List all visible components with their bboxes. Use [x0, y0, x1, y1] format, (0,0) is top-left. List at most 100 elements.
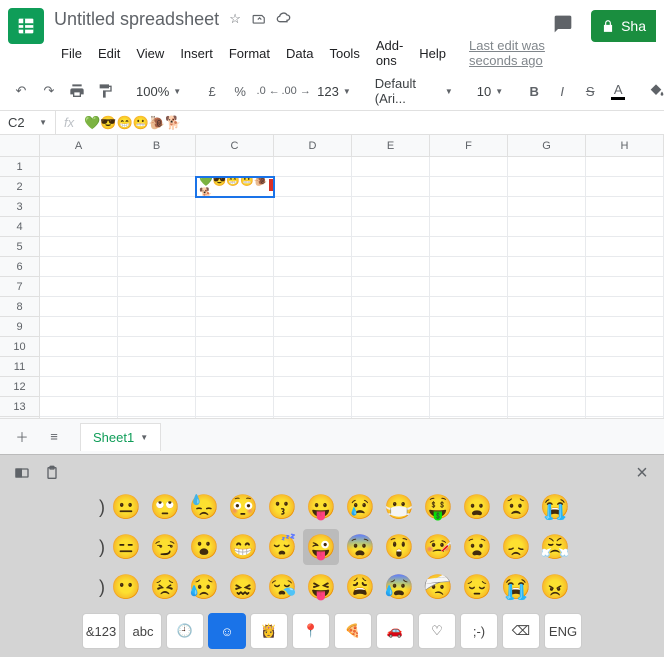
cell[interactable]	[352, 177, 430, 197]
cell[interactable]	[430, 357, 508, 377]
menu-format[interactable]: Format	[222, 42, 277, 65]
emoji-key[interactable]: 😝	[303, 569, 339, 605]
cell[interactable]	[118, 357, 196, 377]
menu-add-ons[interactable]: Add-ons	[369, 34, 410, 72]
cell[interactable]	[118, 337, 196, 357]
cell[interactable]	[118, 297, 196, 317]
cell[interactable]	[118, 397, 196, 417]
cell[interactable]	[274, 237, 352, 257]
menu-file[interactable]: File	[54, 42, 89, 65]
row-header[interactable]: 10	[0, 337, 40, 357]
cell[interactable]	[118, 217, 196, 237]
cell[interactable]	[586, 357, 664, 377]
row-header[interactable]: 11	[0, 357, 40, 377]
cell[interactable]	[274, 397, 352, 417]
cell[interactable]	[430, 337, 508, 357]
emoji-key[interactable]: 😧	[459, 529, 495, 565]
menu-help[interactable]: Help	[412, 42, 453, 65]
row-header[interactable]: 12	[0, 377, 40, 397]
cell[interactable]	[430, 317, 508, 337]
select-all-corner[interactable]	[0, 135, 40, 157]
cell[interactable]	[430, 157, 508, 177]
cell[interactable]	[430, 377, 508, 397]
all-sheets-button[interactable]: ≡	[40, 423, 68, 451]
emoji-key[interactable]: 😟	[498, 489, 534, 525]
cell[interactable]	[586, 157, 664, 177]
cell[interactable]	[196, 317, 274, 337]
cell[interactable]	[196, 237, 274, 257]
cell[interactable]	[586, 257, 664, 277]
emoji-key[interactable]: 😦	[459, 489, 495, 525]
cell[interactable]	[274, 257, 352, 277]
cell[interactable]	[118, 317, 196, 337]
col-header[interactable]: A	[40, 135, 118, 157]
cloud-icon[interactable]	[275, 11, 291, 27]
keyboard-mode-key[interactable]: 🕘	[166, 613, 204, 649]
cell[interactable]	[508, 377, 586, 397]
keyboard-dock-icon[interactable]	[12, 463, 32, 483]
cell[interactable]	[274, 297, 352, 317]
emoji-key[interactable]: 😮	[186, 529, 222, 565]
row-header[interactable]: 7	[0, 277, 40, 297]
cell[interactable]	[40, 377, 118, 397]
emoji-key[interactable]: 😶	[108, 569, 144, 605]
row-header[interactable]: 2	[0, 177, 40, 197]
cell[interactable]	[40, 297, 118, 317]
name-box[interactable]: C2 ▼	[0, 111, 56, 134]
cell[interactable]	[508, 417, 586, 418]
row-header[interactable]: 6	[0, 257, 40, 277]
cell[interactable]	[352, 237, 430, 257]
doc-title[interactable]: Untitled spreadsheet	[54, 9, 219, 30]
cell[interactable]	[430, 397, 508, 417]
cell[interactable]	[274, 217, 352, 237]
col-header[interactable]: F	[430, 135, 508, 157]
cell[interactable]	[118, 197, 196, 217]
paint-format-button[interactable]	[92, 78, 118, 104]
row-header[interactable]: 3	[0, 197, 40, 217]
keyboard-mode-key[interactable]: 📍	[292, 613, 330, 649]
share-button[interactable]: Sha	[591, 10, 656, 42]
emoji-key[interactable]: 😓	[186, 489, 222, 525]
emoji-key[interactable]: 😭	[537, 489, 573, 525]
cell[interactable]	[118, 157, 196, 177]
emoji-key[interactable]: 😥	[186, 569, 222, 605]
keyboard-mode-key[interactable]: ENG	[544, 613, 582, 649]
cell[interactable]	[352, 317, 430, 337]
emoji-key[interactable]: 😛	[303, 489, 339, 525]
row-header[interactable]: 1	[0, 157, 40, 177]
cell[interactable]	[118, 417, 196, 418]
cell[interactable]	[40, 277, 118, 297]
currency-button[interactable]: £	[199, 78, 225, 104]
comments-icon[interactable]	[547, 8, 579, 43]
undo-button[interactable]: ↶	[8, 78, 34, 104]
cell[interactable]	[430, 277, 508, 297]
strikethrough-button[interactable]: S	[577, 78, 603, 104]
cell[interactable]	[196, 297, 274, 317]
cell[interactable]	[586, 177, 664, 197]
italic-button[interactable]: I	[549, 78, 575, 104]
cell[interactable]	[274, 157, 352, 177]
cell[interactable]	[586, 197, 664, 217]
emoji-key[interactable]: 😭	[498, 569, 534, 605]
font-size-dropdown[interactable]: 10▼	[471, 78, 509, 104]
cell[interactable]	[508, 337, 586, 357]
fill-color-button[interactable]	[643, 78, 664, 104]
menu-insert[interactable]: Insert	[173, 42, 220, 65]
emoji-key[interactable]: 😗	[264, 489, 300, 525]
cell[interactable]	[196, 217, 274, 237]
cell[interactable]	[274, 317, 352, 337]
cell[interactable]	[40, 357, 118, 377]
keyboard-mode-key[interactable]: &123	[82, 613, 120, 649]
sheet-tab[interactable]: Sheet1 ▼	[80, 423, 161, 451]
row-header[interactable]: 13	[0, 397, 40, 417]
keyboard-mode-key[interactable]: 🚗	[376, 613, 414, 649]
cell[interactable]	[196, 397, 274, 417]
emoji-key[interactable]: 🤑	[420, 489, 456, 525]
cell[interactable]	[586, 417, 664, 418]
cell[interactable]	[430, 197, 508, 217]
emoji-key[interactable]: 😖	[225, 569, 261, 605]
keyboard-mode-key[interactable]: abc	[124, 613, 162, 649]
emoji-key[interactable]: 🤒	[420, 529, 456, 565]
redo-button[interactable]: ↷	[36, 78, 62, 104]
emoji-key[interactable]: 😜	[303, 529, 339, 565]
